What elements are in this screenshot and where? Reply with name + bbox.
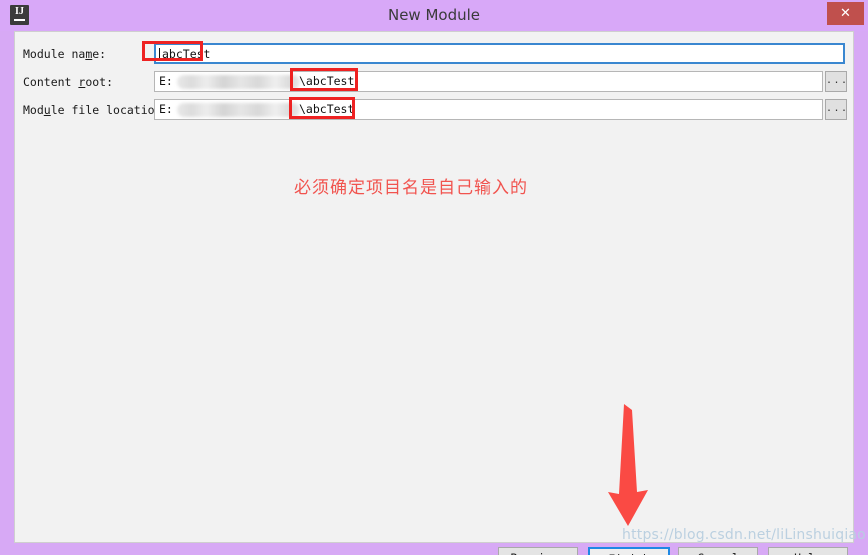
module-file-location-redacted-path <box>177 103 300 117</box>
close-icon[interactable]: ✕ <box>827 2 864 25</box>
content-root-browse-button[interactable]: ... <box>825 71 847 92</box>
finish-button[interactable]: Finish <box>588 547 670 555</box>
form-row-module-file-location: Module file location: E: \abcTest ... <box>23 99 847 121</box>
label-content-root: Content root: <box>23 75 114 89</box>
label-module-name: Module name: <box>23 47 107 61</box>
module-name-value: abcTest <box>162 47 211 61</box>
module-file-location-value-suffix: \abcTest <box>299 102 355 116</box>
new-module-dialog-window: IJ New Module ✕ Module name: abcTest Con… <box>0 0 868 555</box>
text-caret <box>159 48 160 61</box>
module-file-location-input[interactable]: E: \abcTest <box>154 99 823 120</box>
dialog-content-panel: Module name: abcTest Content root: E: \a… <box>14 31 854 555</box>
module-file-location-browse-button[interactable]: ... <box>825 99 847 120</box>
help-button[interactable]: Help <box>768 547 848 555</box>
previous-button[interactable]: Previous <box>498 547 578 555</box>
content-root-input[interactable]: E: \abcTest <box>154 71 823 92</box>
content-root-redacted-path <box>177 75 300 89</box>
module-name-input[interactable]: abcTest <box>154 43 845 64</box>
content-root-value-prefix: E: <box>159 74 173 88</box>
form-row-content-root: Content root: E: \abcTest ... <box>23 71 847 93</box>
form-row-module-name: Module name: abcTest <box>23 43 845 65</box>
annotation-note-text: 必须确定项目名是自己输入的 <box>294 178 528 198</box>
cancel-button[interactable]: Cancel <box>678 547 758 555</box>
title-bar: IJ New Module ✕ <box>0 0 868 31</box>
window-title: New Module <box>387 6 481 24</box>
content-root-value-suffix: \abcTest <box>299 74 355 88</box>
label-module-file-location: Module file location: <box>23 103 169 117</box>
module-file-location-value-prefix: E: <box>159 102 173 116</box>
